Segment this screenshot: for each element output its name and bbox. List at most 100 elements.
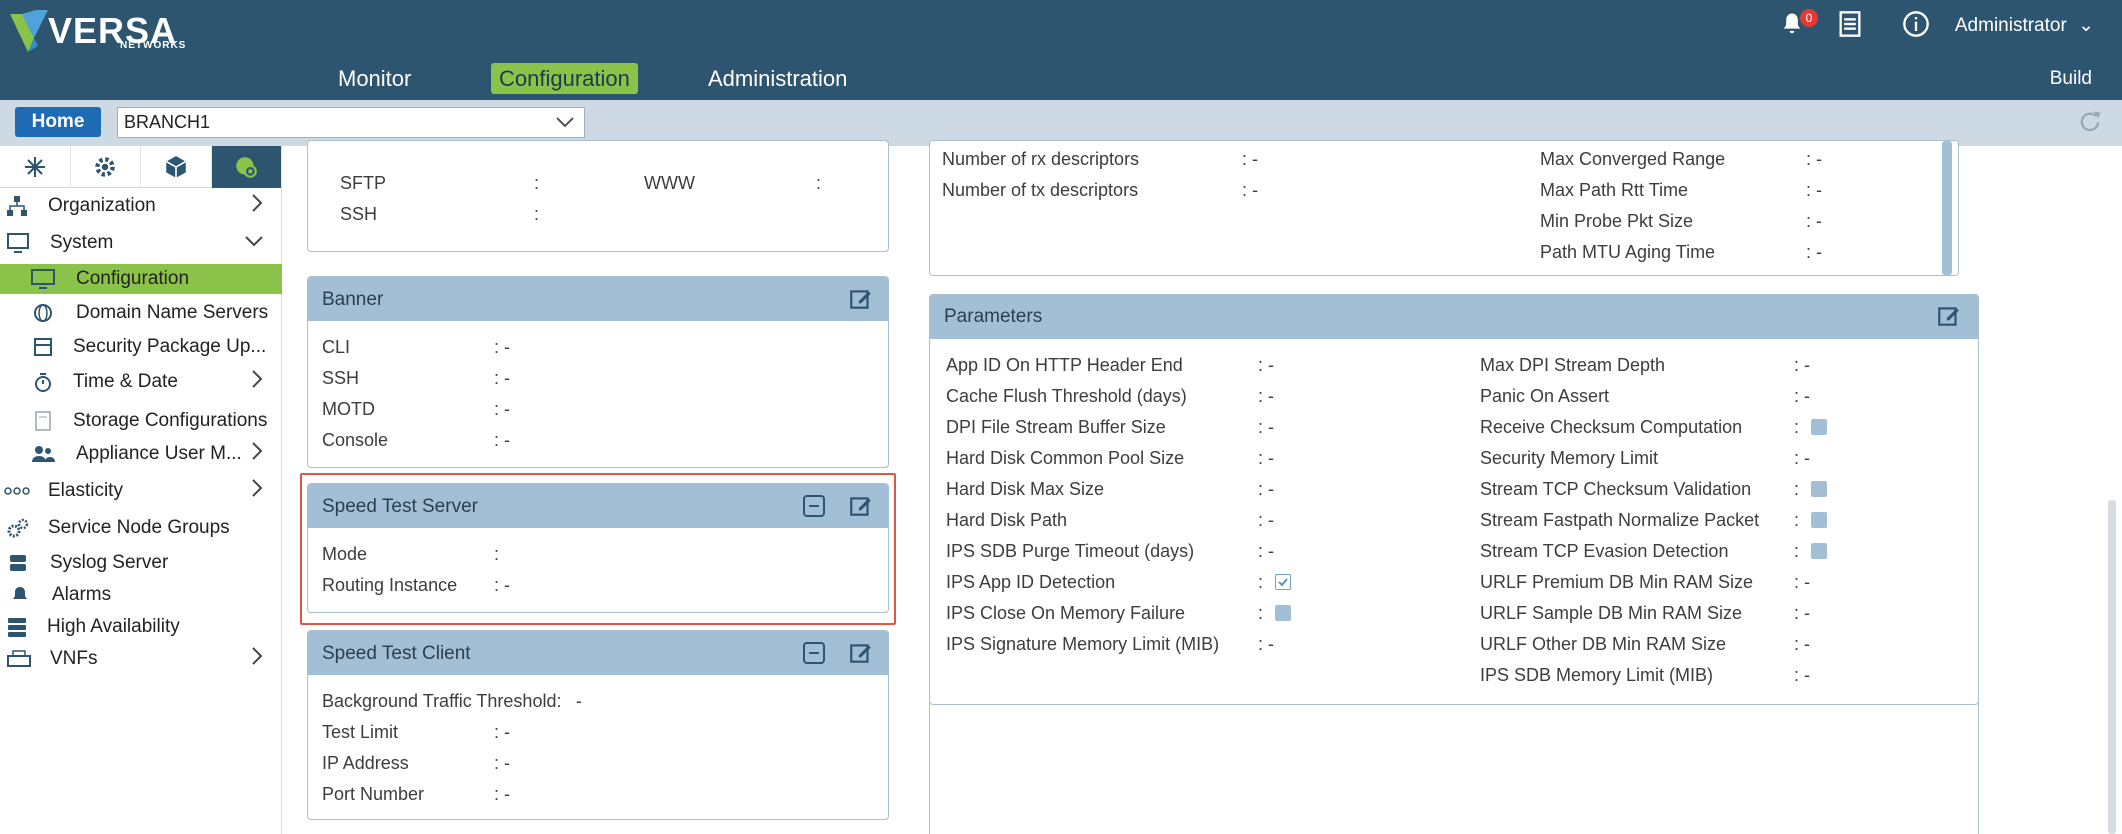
notification-badge: 0 (1800, 9, 1818, 27)
param-value: : (1794, 510, 1800, 530)
versa-logo[interactable] (8, 8, 52, 54)
edit-icon[interactable] (848, 640, 874, 671)
tab-network[interactable] (0, 146, 71, 188)
nav-monitor[interactable]: Monitor (330, 63, 419, 94)
services-panel: SFTP : WWW : SSH : (307, 140, 889, 252)
bg-traffic-value: - (576, 691, 582, 711)
sidebar-item-configuration[interactable]: Configuration (0, 264, 282, 294)
param-label: DPI File Stream Buffer Size (946, 417, 1166, 437)
banner-header: Banner (308, 277, 888, 321)
user-name: Administrator (1954, 15, 2067, 36)
elasticity-icon (4, 484, 30, 498)
sidebar-item-time-date[interactable]: Time & Date (0, 367, 282, 397)
mtu-aging-value: : - (1806, 242, 1822, 262)
stream-tcp-checksum-checkbox[interactable] (1811, 481, 1827, 497)
banner-ssh-label: SSH (322, 368, 360, 388)
param-value: : - (1794, 448, 1810, 468)
refresh-icon[interactable] (2076, 108, 2104, 141)
min-probe-size-label: Min Probe Pkt Size (1540, 211, 1694, 231)
tab-objects[interactable] (141, 146, 212, 188)
receive-checksum-checkbox[interactable] (1811, 419, 1827, 435)
sidebar-label: Syslog Server (50, 552, 169, 573)
ips-close-memory-checkbox[interactable] (1275, 605, 1291, 621)
edit-icon[interactable] (1936, 303, 1962, 334)
param-value: : - (1258, 510, 1274, 530)
tx-descriptors-label: Number of tx descriptors (942, 180, 1139, 200)
sidebar-item-high-availability[interactable]: High Availability (0, 612, 282, 642)
nav-administration[interactable]: Administration (700, 63, 855, 94)
gears-icon (6, 517, 30, 539)
param-label: Stream TCP Evasion Detection (1480, 541, 1729, 561)
banner-motd-value: : - (494, 399, 510, 419)
test-limit-label: Test Limit (322, 722, 399, 742)
vnf-icon (6, 648, 32, 670)
port-number-value: : - (494, 784, 510, 804)
max-path-rtt-label: Max Path Rtt Time (1540, 180, 1689, 200)
nav-configuration[interactable]: Configuration (491, 63, 638, 94)
param-label: IPS SDB Purge Timeout (days) (946, 541, 1195, 561)
ips-app-id-checkbox[interactable] (1275, 574, 1291, 590)
param-label: Hard Disk Path (946, 510, 1068, 530)
page-scrollbar[interactable] (2108, 500, 2116, 834)
sidebar-item-storage[interactable]: Storage Configurations (0, 406, 282, 436)
param-value: : - (1794, 355, 1810, 375)
param-label: Panic On Assert (1480, 386, 1610, 406)
sidebar-item-alarms[interactable]: Alarms (0, 580, 282, 610)
server-icon (8, 553, 28, 573)
appliance-select[interactable]: BRANCH1 (117, 107, 585, 138)
storage-icon (34, 410, 52, 432)
param-label: Security Memory Limit (1480, 448, 1659, 468)
dns-icon (32, 302, 54, 324)
appliance-select-value: BRANCH1 (124, 112, 211, 132)
gear-icon (95, 157, 115, 177)
globe-gear-icon (236, 157, 258, 178)
panel-scrollbar[interactable] (1942, 141, 1952, 275)
user-menu[interactable]: Administrator ⌄ (1955, 14, 2094, 37)
sidebar-item-service-node-groups[interactable]: Service Node Groups (0, 513, 282, 543)
stopwatch-icon (32, 371, 54, 393)
sidebar-label: Elasticity (48, 480, 123, 501)
stream-fastpath-checkbox[interactable] (1811, 512, 1827, 528)
collapse-icon[interactable] (802, 641, 826, 670)
sidebar-label: Configuration (76, 268, 190, 289)
tab-others[interactable] (211, 146, 282, 188)
info-icon[interactable] (1902, 10, 1930, 43)
sidebar-item-elasticity[interactable]: Elasticity (0, 476, 282, 506)
ssh-value: : (534, 204, 540, 224)
param-label: Hard Disk Common Pool Size (946, 448, 1185, 468)
sidebar-label: Domain Name Servers (76, 302, 269, 323)
min-probe-size-value: : - (1806, 211, 1822, 231)
sidebar-item-syslog[interactable]: Syslog Server (0, 548, 282, 578)
param-value: : - (1258, 448, 1274, 468)
param-value: : - (1794, 386, 1810, 406)
sftp-label: SFTP (340, 173, 387, 193)
sidebar-label: Alarms (52, 584, 112, 605)
parameters-title: Parameters (944, 306, 1043, 327)
tab-settings[interactable] (71, 146, 141, 188)
sidebar-item-security-package[interactable]: Security Package Up... (0, 332, 282, 362)
param-label: URLF Other DB Min RAM Size (1480, 634, 1727, 654)
org-icon (6, 195, 28, 217)
home-button[interactable]: Home (15, 107, 101, 137)
param-label: App ID On HTTP Header End (946, 355, 1183, 375)
max-converged-range-value: : - (1806, 149, 1822, 169)
sidebar-item-system[interactable]: System (0, 228, 282, 258)
sidebar-item-appliance-user[interactable]: Appliance User M... (0, 439, 282, 469)
param-label: IPS Close On Memory Failure (946, 603, 1186, 623)
sidebar-item-dns[interactable]: Domain Name Servers (0, 298, 282, 328)
edit-icon[interactable] (848, 286, 874, 317)
param-label: IPS App ID Detection (946, 572, 1116, 592)
ssh-label: SSH (340, 204, 378, 224)
sidebar-item-vnfs[interactable]: VNFs (0, 644, 282, 674)
tasks-icon[interactable] (1838, 10, 1862, 43)
cube-icon (165, 156, 186, 178)
sidebar-tabs (0, 146, 282, 188)
sftp-value: : (534, 173, 540, 193)
stream-tcp-evasion-checkbox[interactable] (1811, 543, 1827, 559)
sidebar-label: System (50, 232, 114, 253)
sidebar-item-organization[interactable]: Organization (0, 191, 282, 221)
versa-logo-icon (10, 10, 48, 52)
param-value: : - (1794, 603, 1810, 623)
build-link[interactable]: Build (2050, 68, 2092, 90)
banner-ssh-value: : - (494, 368, 510, 388)
